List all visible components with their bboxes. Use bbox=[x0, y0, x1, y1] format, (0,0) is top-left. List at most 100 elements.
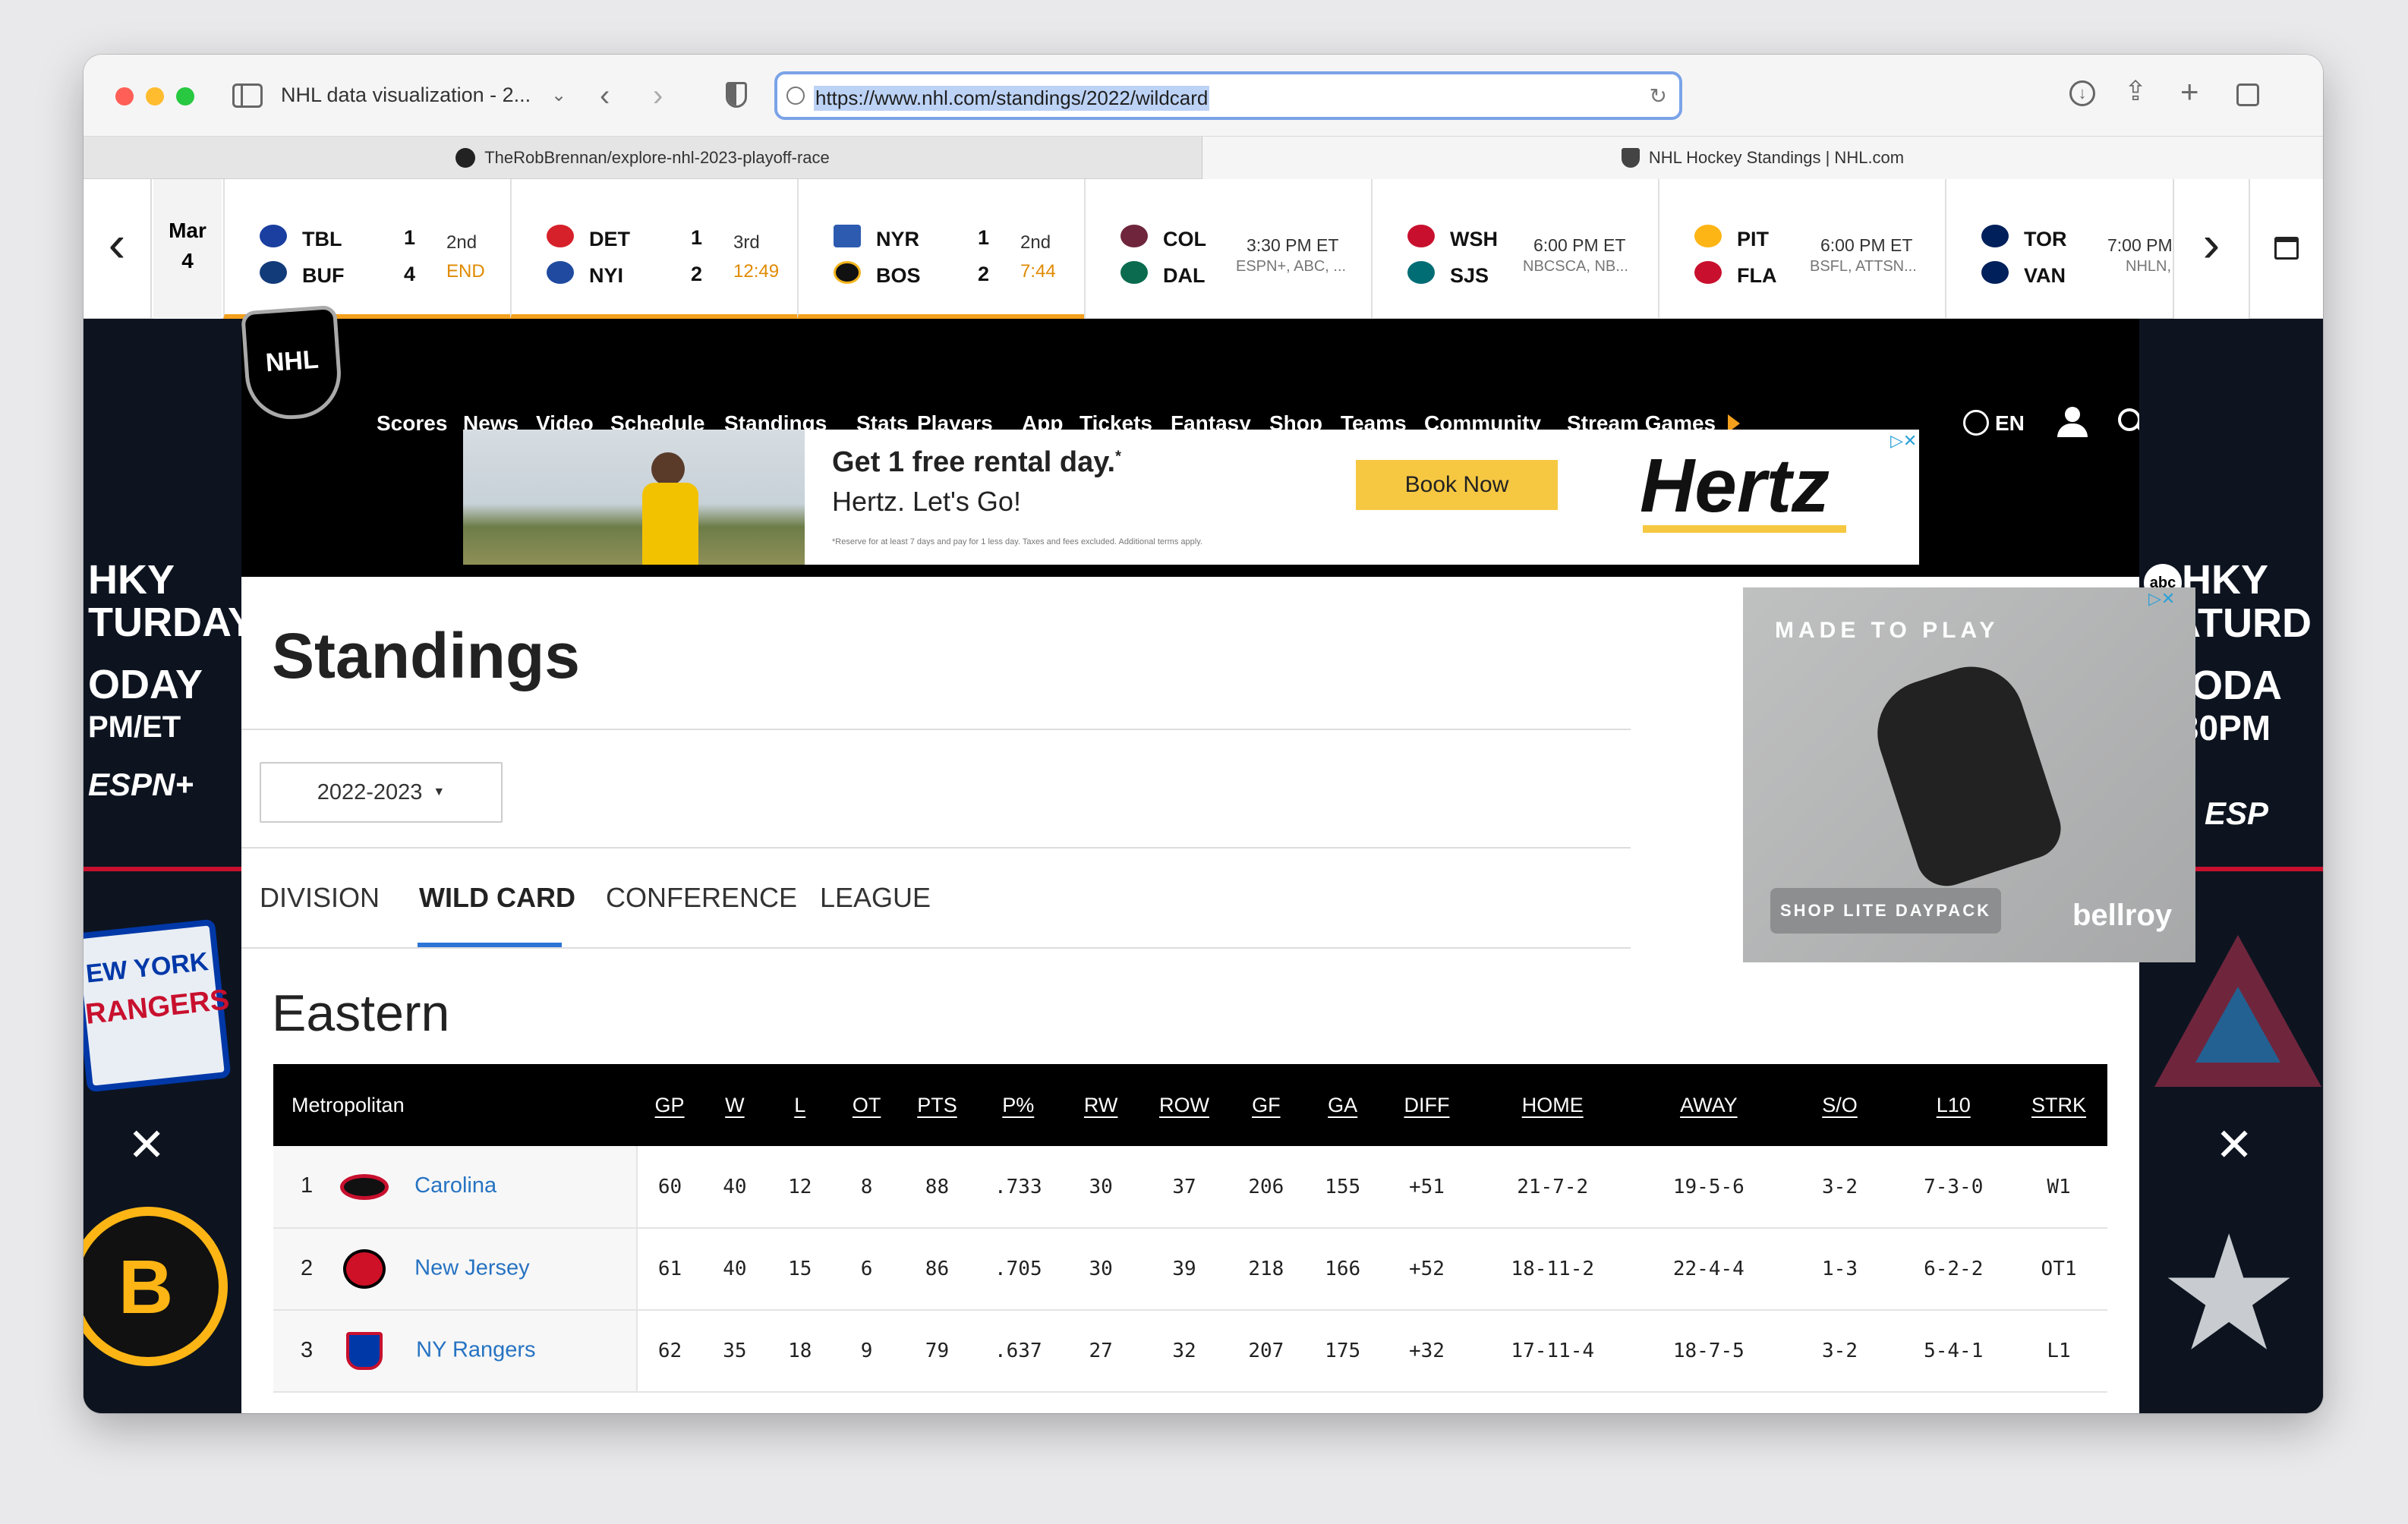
left-ad-skin[interactable]: HKY TURDAY ODAY PM/ET ESPN+ EW YORK RANG… bbox=[84, 319, 241, 1413]
game-network: ESPN+, ABC, ... bbox=[1236, 258, 1347, 275]
column-header[interactable]: DIFF bbox=[1383, 1064, 1471, 1146]
globe-icon[interactable] bbox=[1963, 410, 1989, 436]
download-icon[interactable]: ↓ bbox=[2069, 80, 2095, 106]
season-select[interactable]: 2022-2023 ▼ bbox=[260, 762, 503, 823]
standings-panel: Standings 2022-2023 ▼ DIVISION WILD CARD… bbox=[241, 577, 2195, 1413]
user-icon[interactable] bbox=[2057, 407, 2088, 439]
calendar-button[interactable] bbox=[2249, 179, 2323, 319]
tab-github[interactable]: TheRobBrennan/explore-nhl-2023-playoff-r… bbox=[84, 137, 1202, 179]
scores-next-icon[interactable]: › bbox=[2173, 179, 2249, 319]
date-cell[interactable]: Mar 4 bbox=[153, 179, 222, 319]
game-card[interactable]: COL DAL 3:30 PM ET ESPN+, ABC, ... bbox=[1084, 179, 1371, 319]
home-score: 2 bbox=[978, 263, 990, 285]
bellroy-ad[interactable]: MADE TO PLAY SHOP LITE DAYPACK bellroy ▷… bbox=[1743, 587, 2195, 962]
team-link[interactable]: NY Rangers bbox=[416, 1338, 535, 1362]
stat-cell: 30 bbox=[1063, 1228, 1139, 1311]
hertz-ad[interactable]: Get 1 free rental day.* Hertz. Let's Go!… bbox=[463, 430, 1919, 565]
adchoices-icon[interactable]: ▷✕ bbox=[1890, 431, 1917, 451]
browser-toolbar: NHL data visualization - 2... ⌄ ‹ › http… bbox=[84, 55, 2323, 137]
column-header[interactable]: W bbox=[702, 1064, 767, 1146]
column-header[interactable]: ROW bbox=[1139, 1064, 1230, 1146]
column-header[interactable]: P% bbox=[973, 1064, 1063, 1146]
table-row[interactable]: 3 NY Rangers 62 35 18 9 79 .637 27 32 20… bbox=[273, 1310, 2107, 1393]
reload-icon[interactable]: ↻ bbox=[1650, 83, 1667, 109]
stat-cell: .705 bbox=[973, 1228, 1064, 1311]
home-score: 4 bbox=[404, 263, 416, 285]
tab-division[interactable]: DIVISION bbox=[260, 882, 380, 914]
tab-nhl[interactable]: NHL Hockey Standings | NHL.com bbox=[1202, 137, 2323, 179]
stat-cell: 22-4-4 bbox=[1634, 1228, 1783, 1311]
new-tab-icon[interactable]: + bbox=[2180, 76, 2199, 108]
left-skin-line: TURDAY bbox=[88, 600, 241, 645]
stat-cell: 218 bbox=[1229, 1228, 1303, 1311]
table-row[interactable]: 2 New Jersey 61 40 15 6 86 .705 30 39 21… bbox=[273, 1228, 2107, 1311]
tab-label: TheRobBrennan/explore-nhl-2023-playoff-r… bbox=[484, 148, 830, 167]
game-card[interactable]: WSH SJS 6:00 PM ET NBCSCA, NB... bbox=[1371, 179, 1658, 319]
game-time: 7:00 PM bbox=[2107, 235, 2173, 255]
tab-wild-card[interactable]: WILD CARD bbox=[419, 882, 575, 914]
column-header[interactable]: S/O bbox=[1783, 1064, 1897, 1146]
adchoices-icon[interactable]: ▷✕ bbox=[2148, 589, 2175, 609]
close-window-button[interactable] bbox=[115, 87, 134, 105]
home-team: BOS bbox=[876, 264, 921, 287]
ad-headline: Get 1 free rental day. bbox=[832, 446, 1116, 478]
game-card[interactable]: PIT FLA 6:00 PM ET BSFL, ATTSN... bbox=[1658, 179, 1945, 319]
column-header[interactable]: L10 bbox=[1896, 1064, 2010, 1146]
team-logo bbox=[834, 261, 861, 284]
zoom-window-button[interactable] bbox=[176, 87, 194, 105]
column-header[interactable]: AWAY bbox=[1634, 1064, 1783, 1146]
tab-league[interactable]: LEAGUE bbox=[820, 882, 931, 914]
column-header[interactable]: HOME bbox=[1470, 1064, 1634, 1146]
date-month: Mar bbox=[169, 219, 206, 242]
stat-cell: 86 bbox=[900, 1228, 974, 1311]
shop-daypack-button[interactable]: SHOP LITE DAYPACK bbox=[1770, 888, 2001, 934]
team-link[interactable]: New Jersey bbox=[414, 1256, 530, 1280]
url-text: https://www.nhl.com/standings/2022/wildc… bbox=[814, 86, 1210, 111]
column-header[interactable]: GA bbox=[1303, 1064, 1383, 1146]
left-skin-line: ODAY bbox=[88, 662, 203, 707]
away-score: 1 bbox=[978, 226, 990, 249]
stat-cell: 79 bbox=[900, 1310, 974, 1393]
tab-bar: TheRobBrennan/explore-nhl-2023-playoff-r… bbox=[84, 137, 2323, 179]
game-card[interactable]: NYR BOS 1 2 2nd 7:44 bbox=[797, 179, 1084, 319]
tab-group-title[interactable]: NHL data visualization - 2... bbox=[281, 83, 531, 107]
address-bar[interactable]: https://www.nhl.com/standings/2022/wildc… bbox=[774, 71, 1682, 120]
chevron-down-icon[interactable]: ⌄ bbox=[551, 87, 566, 105]
minimize-window-button[interactable] bbox=[146, 87, 164, 105]
share-icon[interactable]: ⇪ bbox=[2124, 77, 2147, 105]
column-header[interactable]: L bbox=[767, 1064, 833, 1146]
tab-overview-icon[interactable] bbox=[2236, 83, 2259, 106]
shield-icon[interactable] bbox=[726, 82, 747, 108]
ad-subline: Hertz. Let's Go! bbox=[832, 486, 1021, 517]
nav-item-scores[interactable]: Scores bbox=[377, 411, 447, 436]
forward-icon[interactable]: › bbox=[653, 80, 663, 111]
book-now-button[interactable]: Book Now bbox=[1356, 460, 1558, 510]
column-header[interactable]: RW bbox=[1063, 1064, 1139, 1146]
team-link[interactable]: Carolina bbox=[414, 1173, 496, 1198]
stat-cell: 19-5-6 bbox=[1634, 1146, 1783, 1229]
stat-cell: .637 bbox=[973, 1310, 1064, 1393]
table-row[interactable]: 1 Carolina 60 40 12 8 88 .733 30 37 206 … bbox=[273, 1146, 2107, 1229]
column-header[interactable]: STRK bbox=[2010, 1064, 2107, 1146]
stat-cell: 3-2 bbox=[1782, 1310, 1897, 1393]
column-header[interactable]: OT bbox=[833, 1064, 901, 1146]
column-header[interactable]: PTS bbox=[901, 1064, 974, 1146]
scores-prev-icon[interactable]: ‹ bbox=[84, 179, 152, 319]
rank: 1 bbox=[301, 1173, 314, 1198]
stat-cell: +51 bbox=[1382, 1146, 1471, 1229]
game-card[interactable]: TOR VAN 7:00 PM NHLN, bbox=[1945, 179, 2173, 319]
sidebar-icon[interactable] bbox=[232, 83, 263, 108]
back-icon[interactable]: ‹ bbox=[600, 80, 610, 111]
division-name: Metropolitan bbox=[292, 1093, 405, 1116]
stat-cell: 32 bbox=[1139, 1310, 1230, 1393]
game-card[interactable]: DET NYI 1 2 3rd 12:49 bbox=[510, 179, 797, 319]
away-score: 1 bbox=[691, 226, 703, 249]
tab-conference[interactable]: CONFERENCE bbox=[606, 882, 797, 914]
column-header[interactable]: GP bbox=[637, 1064, 702, 1146]
divider bbox=[241, 947, 1631, 949]
language-label[interactable]: EN bbox=[1995, 411, 2025, 436]
ad-photo bbox=[463, 430, 805, 565]
stat-cell: 166 bbox=[1302, 1228, 1383, 1311]
game-card[interactable]: TBL BUF 1 4 2nd END bbox=[223, 179, 510, 319]
column-header[interactable]: GF bbox=[1230, 1064, 1303, 1146]
